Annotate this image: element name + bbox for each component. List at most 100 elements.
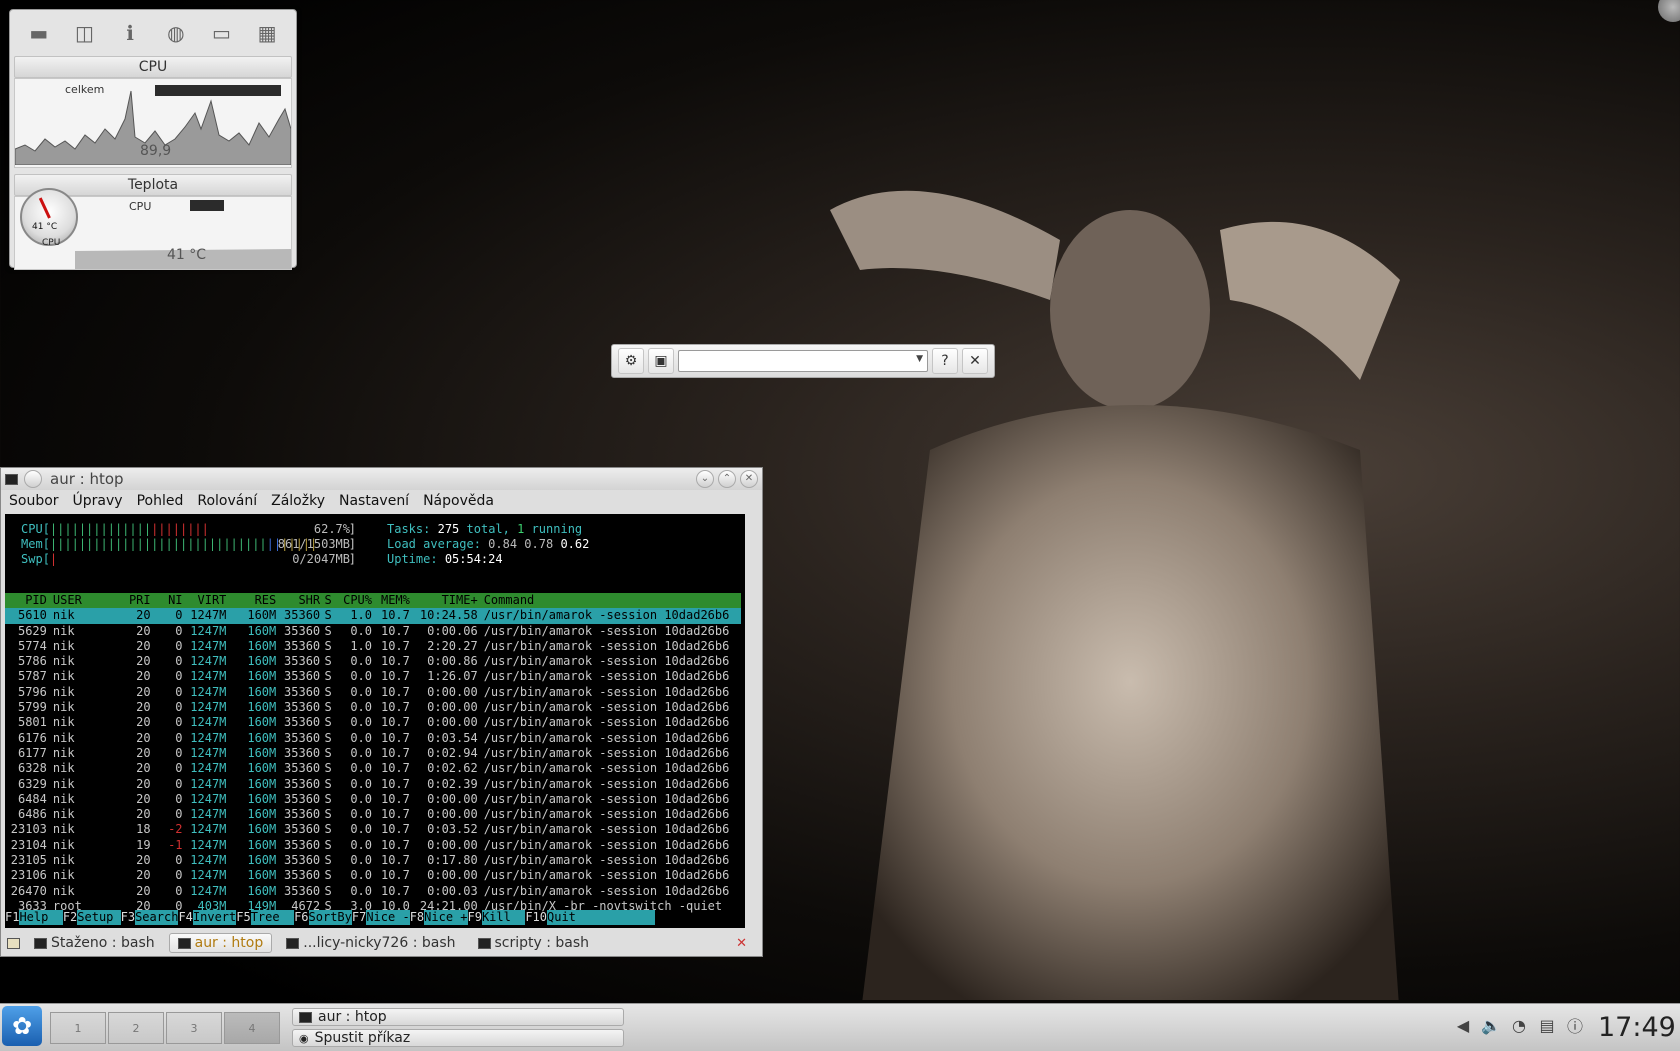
process-row[interactable]: 23104 nik 19 -1 1247M 160M 35360 S 0.0 10.7 0:00.0… — [5, 838, 741, 853]
arrow-left-icon[interactable]: ◀ — [1452, 1014, 1474, 1036]
col-ni[interactable]: NI — [151, 593, 182, 608]
info-icon[interactable]: ℹ — [115, 20, 145, 46]
menu-nastaveni[interactable]: Nastavení — [339, 493, 409, 509]
new-tab-icon[interactable] — [7, 937, 20, 949]
col-user[interactable]: USER — [47, 593, 123, 608]
pager-desktop-2[interactable]: 2 — [108, 1012, 164, 1044]
col-mem[interactable]: MEM% — [372, 593, 410, 608]
network-manager-icon[interactable]: ◔ — [1508, 1014, 1530, 1036]
process-cell: 10.7 — [380, 853, 410, 868]
process-row[interactable]: 5786 nik 20 0 1247M 160M 35360 S 0.0 10.7 0:00.86 /… — [5, 654, 741, 669]
col-time[interactable]: TIME+ — [410, 593, 478, 608]
volume-icon[interactable]: 🔈 — [1480, 1014, 1502, 1036]
menu-napoveda[interactable]: Nápověda — [423, 493, 494, 509]
menu-rolovani[interactable]: Rolování — [197, 493, 257, 509]
col-command[interactable]: Command — [478, 593, 741, 608]
process-row[interactable]: 23106 nik 20 0 1247M 160M 35360 S 0.0 10.7 0:00.00… — [5, 868, 741, 883]
process-cell: 0 — [175, 807, 183, 822]
chevron-down-icon[interactable]: ▼ — [916, 354, 923, 364]
process-row[interactable]: 5799 nik 20 0 1247M 160M 35360 S 0.0 10.7 0:00.00 /… — [5, 700, 741, 715]
tab-aur-htop[interactable]: aur : htop — [168, 933, 273, 953]
col-shr[interactable]: SHR — [276, 593, 320, 608]
fkey-action[interactable]: Nice - — [366, 910, 410, 925]
network-icon[interactable]: ◍ — [161, 20, 191, 46]
fkey-action[interactable]: Nice + — [424, 910, 468, 925]
process-row[interactable]: 5610 nik 20 0 1247M 160M 35360 S 1.0 10.7 10:24.58… — [5, 608, 741, 624]
cpu-graph: celkem 89,9 — [14, 78, 292, 168]
clock[interactable]: 17:49 — [1598, 1012, 1676, 1043]
pager-desktop-4[interactable]: 4 — [224, 1012, 280, 1044]
col-virt[interactable]: VIRT — [183, 593, 227, 608]
tab-licy-nicky[interactable]: ...licy-nicky726 : bash — [278, 934, 463, 952]
tab-scripty[interactable]: scripty : bash — [470, 934, 598, 952]
process-cell: 0 — [175, 776, 183, 791]
menu-zalozky[interactable]: Záložky — [271, 493, 325, 509]
chip-icon[interactable]: ▦ — [252, 20, 282, 46]
pager-desktop-1[interactable]: 1 — [50, 1012, 106, 1044]
fkey-action[interactable]: SortBy — [308, 910, 352, 925]
application-launcher-icon[interactable]: ✿ — [2, 1006, 42, 1046]
process-row[interactable]: 5629 nik 20 0 1247M 160M 35360 S 0.0 10.7 0:00.06 /… — [5, 624, 741, 639]
fkey-action[interactable]: Help — [19, 910, 63, 925]
minimize-button[interactable]: ⌄ — [696, 470, 714, 488]
process-cell: /usr/bin/amarok -session 10dad26b6 — [483, 761, 730, 776]
process-cell: 23103 — [10, 822, 47, 837]
menu-pohled[interactable]: Pohled — [137, 493, 184, 509]
task-konsole[interactable]: aur : htop — [292, 1008, 624, 1026]
close-tab-icon[interactable]: ✕ — [736, 936, 747, 951]
settings-wrench-icon[interactable]: ⚙ — [618, 348, 644, 374]
process-row[interactable]: 6486 nik 20 0 1247M 160M 35360 S 0.0 10.7 0:00.00 /… — [5, 807, 741, 822]
process-row[interactable]: 23103 nik 18 -2 1247M 160M 35360 S 0.0 10.7 0:03.5… — [5, 822, 741, 837]
menu-upravy[interactable]: Úpravy — [73, 493, 123, 509]
fkey-key: F5 — [236, 910, 251, 924]
menu-soubor[interactable]: Soubor — [9, 493, 59, 509]
help-button[interactable]: ? — [932, 348, 958, 374]
process-cell: 1247M — [190, 745, 227, 760]
klipper-icon[interactable]: ▤ — [1536, 1014, 1558, 1036]
process-row[interactable]: 5774 nik 20 0 1247M 160M 35360 S 1.0 10.7 2:20.27 /… — [5, 639, 741, 654]
fkey-action[interactable]: Setup — [77, 910, 121, 925]
process-cell: 35360 — [284, 684, 321, 699]
cpu-meter: CPU[|||||||||||||||||||||| 62.7%] — [21, 522, 356, 536]
maximize-button[interactable]: ⌃ — [718, 470, 736, 488]
col-res[interactable]: RES — [226, 593, 277, 608]
window-titlebar[interactable]: aur : htop ⌄ ⌃ ✕ — [1, 468, 762, 490]
hdd-icon[interactable]: ▬ — [24, 20, 54, 46]
process-table-header: PID USER PRI NI VIRT RES SHR S CPU% MEM%… — [5, 593, 741, 609]
process-row[interactable]: 5787 nik 20 0 1247M 160M 35360 S 0.0 10.7 1:26.07 /… — [5, 669, 741, 684]
terminal-area[interactable]: CPU[|||||||||||||||||||||| 62.7%] Mem[|||… — [5, 514, 745, 928]
fkey-action[interactable]: Quit — [547, 910, 656, 925]
run-command-input[interactable]: ▼ — [678, 350, 928, 372]
desktop-toolbox-icon[interactable] — [1658, 0, 1680, 22]
process-row[interactable]: 23105 nik 20 0 1247M 160M 35360 S 0.0 10.7 0:17.80… — [5, 853, 741, 868]
task-krunner[interactable]: ◉ Spustit příkaz — [292, 1029, 624, 1047]
pager-desktop-3[interactable]: 3 — [166, 1012, 222, 1044]
window-menu-button[interactable] — [24, 470, 42, 488]
process-row[interactable]: 5801 nik 20 0 1247M 160M 35360 S 0.0 10.7 0:00.00 /… — [5, 715, 741, 730]
fkey-action[interactable]: Kill — [481, 910, 526, 925]
battery-icon[interactable]: ▭ — [206, 20, 236, 46]
col-cpu[interactable]: CPU% — [336, 593, 372, 608]
info-icon[interactable]: ⓘ — [1564, 1014, 1586, 1036]
col-state[interactable]: S — [320, 593, 336, 608]
process-cell: 1247M — [190, 638, 227, 653]
window-close-button[interactable]: ✕ — [740, 470, 758, 488]
process-cell: S — [324, 638, 332, 653]
close-button[interactable]: ✕ — [962, 348, 988, 374]
tab-stazeno[interactable]: Staženo : bash — [26, 934, 163, 952]
process-row[interactable]: 5796 nik 20 0 1247M 160M 35360 S 0.0 10.7 0:00.00 /… — [5, 685, 741, 700]
col-pri[interactable]: PRI — [123, 593, 151, 608]
fkey-action[interactable]: Tree — [250, 910, 295, 925]
disk-icon[interactable]: ◫ — [69, 20, 99, 46]
system-activity-icon[interactable]: ▣ — [648, 348, 674, 374]
process-cell: 35360 — [284, 623, 321, 638]
process-row[interactable]: 6328 nik 20 0 1247M 160M 35360 S 0.0 10.7 0:02.62 /… — [5, 761, 741, 776]
col-pid[interactable]: PID — [5, 593, 47, 608]
process-row[interactable]: 6177 nik 20 0 1247M 160M 35360 S 0.0 10.7 0:02.94 /… — [5, 746, 741, 761]
fkey-action[interactable]: Search — [135, 910, 179, 925]
process-row[interactable]: 6329 nik 20 0 1247M 160M 35360 S 0.0 10.7 0:02.39 /… — [5, 777, 741, 792]
process-row[interactable]: 26470 nik 20 0 1247M 160M 35360 S 0.0 10.7 0:00.03… — [5, 884, 741, 899]
fkey-action[interactable]: Invert — [192, 910, 237, 925]
process-row[interactable]: 6176 nik 20 0 1247M 160M 35360 S 0.0 10.7 0:03.54 /… — [5, 731, 741, 746]
process-row[interactable]: 6484 nik 20 0 1247M 160M 35360 S 0.0 10.7 0:00.00 /… — [5, 792, 741, 807]
